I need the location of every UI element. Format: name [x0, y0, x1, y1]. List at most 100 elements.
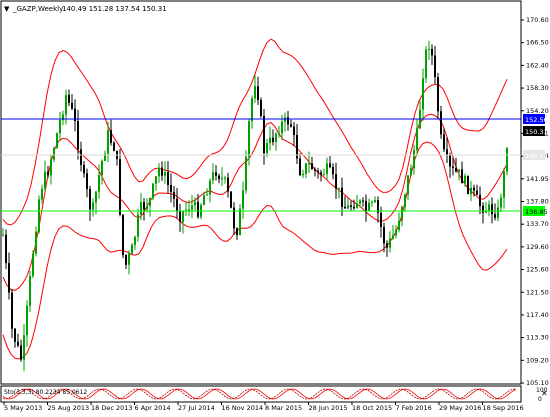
candle-body [266, 143, 268, 154]
candle-body [428, 49, 430, 51]
candle-body [122, 214, 124, 255]
candle-body [203, 195, 205, 205]
candle-body [404, 194, 406, 207]
candle-body [257, 86, 259, 100]
candle-body [425, 49, 427, 79]
candle-body [32, 253, 34, 277]
candle-body [236, 228, 238, 235]
candle-body [80, 149, 82, 165]
x-tick-label: 8 Mar 2015 [265, 404, 302, 412]
candle-body [353, 206, 355, 209]
x-tick-label: 27 Jul 2014 [178, 404, 215, 412]
y-tick-label: 105.10 [526, 379, 549, 387]
candle-body [503, 171, 505, 198]
ohlc-label: 140.49 151.28 137.54 150.31 [62, 5, 167, 13]
candle-body [158, 167, 160, 177]
candle-body [2, 234, 4, 236]
close-x-icon[interactable]: ✕ [541, 389, 548, 398]
candle-body [89, 189, 91, 210]
candle-body [302, 173, 304, 176]
candle-body [254, 86, 256, 99]
candle-body [101, 160, 103, 176]
candle-body [293, 126, 295, 135]
candle-body [134, 236, 136, 245]
candle-body [113, 142, 115, 151]
candle-body [182, 211, 184, 222]
candle-body [479, 194, 481, 206]
y-tick-label: 117.40 [526, 311, 549, 319]
candle-body [347, 205, 349, 209]
candle-body [464, 175, 466, 184]
candle-body [413, 149, 415, 169]
candle-body [332, 167, 334, 175]
candle-body [17, 341, 19, 346]
x-tick-label: 5 May 2013 [4, 404, 42, 412]
candle-body [380, 212, 382, 227]
candle-body [308, 163, 310, 165]
x-tick-label: 29 May 2016 [439, 404, 481, 412]
candle-body [320, 172, 322, 175]
candle-body [389, 238, 391, 248]
x-tick-label: 25 Aug 2013 [48, 404, 90, 412]
chart-title-arrow: ▼ [4, 5, 10, 13]
candle-body [251, 98, 253, 122]
candle-body [71, 102, 73, 109]
candle-body [506, 147, 508, 172]
candle-body [242, 190, 244, 209]
x-tick-label: 6 Apr 2014 [135, 404, 171, 412]
y-tick-label: 133.70 [526, 220, 549, 228]
candle-body [329, 163, 331, 168]
candle-body [119, 159, 121, 215]
candle-body [356, 203, 358, 209]
candle-body [299, 158, 301, 176]
candle-body [287, 117, 289, 125]
indicator-label: Sto(3,3,3) 80.2234 85.0612 [4, 389, 87, 396]
candle-body [227, 177, 229, 192]
candle-body [248, 121, 250, 157]
plot-frame [0, 0, 522, 385]
candle-body [221, 177, 223, 180]
candle-body [239, 208, 241, 235]
candle-body [143, 202, 145, 210]
candle-body [317, 170, 319, 173]
candle-body [437, 77, 439, 112]
candle-body [92, 202, 94, 210]
candle-body [11, 292, 13, 329]
y-tick-label: 170.60 [526, 16, 549, 24]
candle-body [44, 171, 46, 189]
candle-body [188, 209, 190, 211]
candle-body [215, 172, 217, 176]
candle-body [98, 175, 100, 192]
candle-body [383, 226, 385, 244]
candle-body [38, 199, 40, 232]
candle-body [392, 235, 394, 239]
mid-level-value: 146.14 [525, 152, 548, 160]
candle-body [461, 169, 463, 184]
y-tick-label: 141.95 [526, 175, 549, 183]
y-tick-label: 162.40 [526, 61, 549, 69]
candle-body [473, 187, 475, 191]
lower-level-value: 136.85 [525, 208, 548, 216]
y-tick-label: 137.80 [526, 198, 549, 206]
y-tick-label: 158.30 [526, 84, 549, 92]
candle-body [365, 200, 367, 211]
candle-body [107, 130, 109, 154]
candle-body [305, 163, 307, 174]
price-chart[interactable]: ▼ _GAZP,Weekly 140.49 151.28 137.54 150.… [0, 0, 550, 413]
candle-body [281, 121, 283, 134]
candle-body [278, 133, 280, 135]
candle-body [140, 202, 142, 215]
candle-body [311, 163, 313, 170]
candle-body [440, 111, 442, 135]
y-tick-label: 166.50 [526, 39, 549, 47]
candle-body [275, 133, 277, 143]
candle-body [452, 166, 454, 168]
candle-body [53, 148, 55, 160]
chart-window[interactable]: ▼ _GAZP,Weekly 140.49 151.28 137.54 150.… [0, 0, 550, 413]
candle-body [86, 173, 88, 190]
candle-body [95, 191, 97, 203]
x-tick-label: 28 Jun 2015 [309, 404, 348, 412]
candle-body [263, 116, 265, 154]
x-tick-label: 18 Sep 2016 [483, 404, 524, 412]
candle-body [341, 187, 343, 207]
